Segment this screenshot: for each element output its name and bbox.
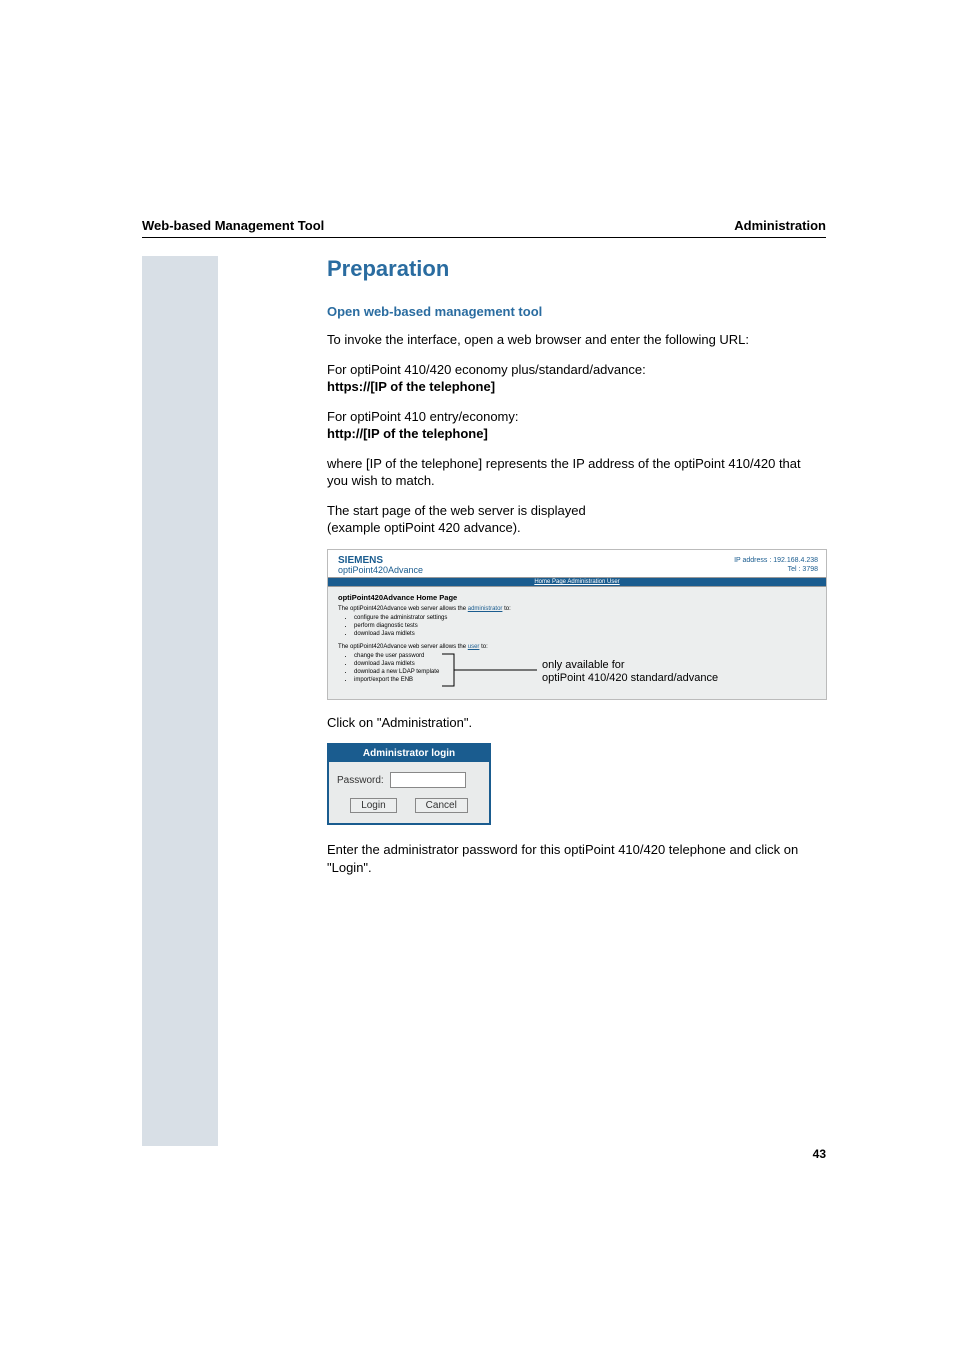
page-title: optiPoint420Advance Home Page <box>338 593 816 602</box>
administrator-link[interactable]: administrator <box>468 606 503 612</box>
body-text: where [IP of the telephone] represents t… <box>327 455 825 490</box>
list-item: configure the administrator settings <box>354 614 816 622</box>
list-item: perform diagnostic tests <box>354 622 816 630</box>
body-text: (example optiPoint 420 advance). <box>327 520 521 535</box>
list-item: download Java midlets <box>354 630 816 638</box>
login-dialog-screenshot: Administrator login Password: Login Canc… <box>327 743 491 825</box>
login-title: Administrator login <box>329 745 489 762</box>
url-text: http://[IP of the telephone] <box>327 426 488 441</box>
body-text: The optiPoint420Advance web server allow… <box>338 606 468 612</box>
body-text: to: <box>479 644 487 650</box>
body-text: Enter the administrator password for thi… <box>327 841 825 876</box>
password-label: Password: <box>337 775 384 786</box>
page-number: 43 <box>813 1147 826 1161</box>
callout-text: optiPoint 410/420 standard/advance <box>542 672 718 685</box>
subsection-heading: Open web-based management tool <box>327 304 825 319</box>
password-input[interactable] <box>390 772 466 788</box>
body-text: The start page of the web server is disp… <box>327 503 586 518</box>
ip-address-label: IP address : 192.168.4.238 <box>734 557 818 566</box>
running-head-left: Web-based Management Tool <box>142 218 324 233</box>
body-text: to: <box>502 606 510 612</box>
running-head-right: Administration <box>734 218 826 233</box>
cancel-button[interactable]: Cancel <box>415 798 468 813</box>
tel-label: Tel : 3798 <box>734 566 818 575</box>
body-text: Click on "Administration". <box>327 714 825 732</box>
user-link[interactable]: user <box>468 644 480 650</box>
url-text: https://[IP of the telephone] <box>327 379 495 394</box>
nav-bar[interactable]: Home Page Administration User <box>328 577 826 587</box>
body-text: For optiPoint 410 entry/economy: <box>327 409 519 424</box>
login-button[interactable]: Login <box>350 798 396 813</box>
product-name-text: optiPoint420Advance <box>338 566 423 575</box>
body-text: For optiPoint 410/420 economy plus/stand… <box>327 362 646 377</box>
admin-feature-list: configure the administrator settings per… <box>354 614 816 638</box>
section-heading: Preparation <box>327 256 825 282</box>
callout-text: only available for <box>542 659 718 672</box>
left-margin-bar <box>142 256 218 1146</box>
body-text: To invoke the interface, open a web brow… <box>327 331 825 349</box>
body-text: The optiPoint420Advance web server allow… <box>338 644 468 650</box>
